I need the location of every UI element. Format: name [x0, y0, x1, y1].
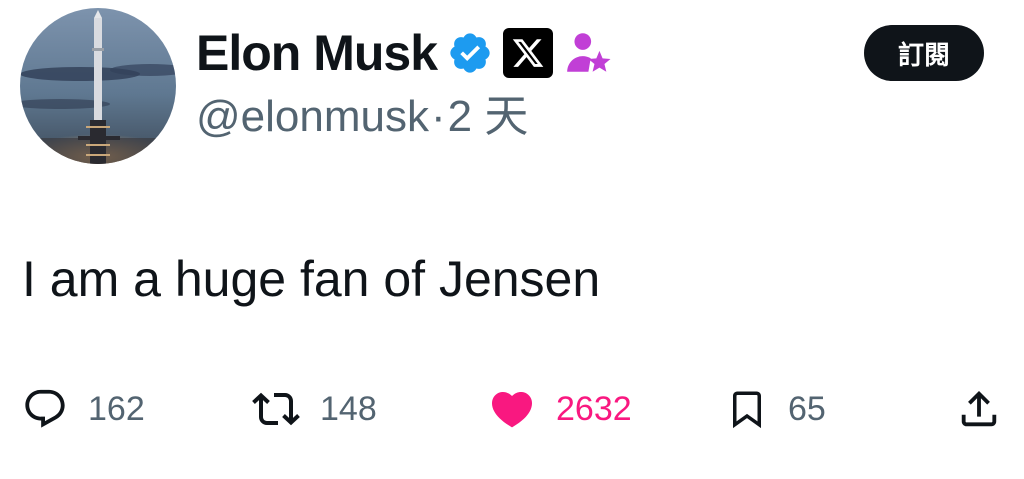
separator-dot: · [430, 92, 446, 141]
x-logo-icon[interactable] [503, 28, 554, 78]
share-button[interactable] [956, 384, 1002, 434]
share-icon [961, 390, 997, 427]
reply-icon [25, 389, 65, 428]
retweet-count: 148 [320, 390, 377, 428]
like-count: 2632 [556, 390, 632, 428]
tweet-card: Elon Musk @elonmusk·2 天 訂閱 I am a huge f… [0, 0, 1024, 479]
bookmark-button[interactable]: 65 [726, 384, 826, 434]
author-display-name[interactable]: Elon Musk [196, 28, 438, 78]
bookmark-count: 65 [788, 390, 826, 428]
author-handle-row: @elonmusk·2 天 [196, 95, 528, 139]
author-name-row: Elon Musk [196, 22, 613, 84]
tweet-text: I am a huge fan of Jensen [22, 251, 601, 307]
retweet-icon [252, 392, 300, 426]
heart-icon [491, 392, 533, 428]
avatar[interactable] [20, 8, 176, 164]
avatar-image [20, 8, 176, 164]
retweet-button[interactable]: 148 [252, 384, 377, 434]
author-handle[interactable]: @elonmusk [196, 92, 429, 141]
like-button[interactable]: 2632 [488, 384, 632, 434]
tweet-actions-bar: 162 148 2632 65 [0, 384, 1024, 434]
reply-button[interactable]: 162 [22, 384, 145, 434]
subscribe-button[interactable]: 訂閱 [864, 25, 984, 81]
bookmark-icon [733, 391, 761, 429]
verified-badge-icon[interactable] [447, 30, 493, 76]
reply-count: 162 [88, 390, 145, 428]
person-star-icon[interactable] [563, 28, 613, 78]
tweet-timestamp[interactable]: 2 天 [448, 92, 529, 141]
